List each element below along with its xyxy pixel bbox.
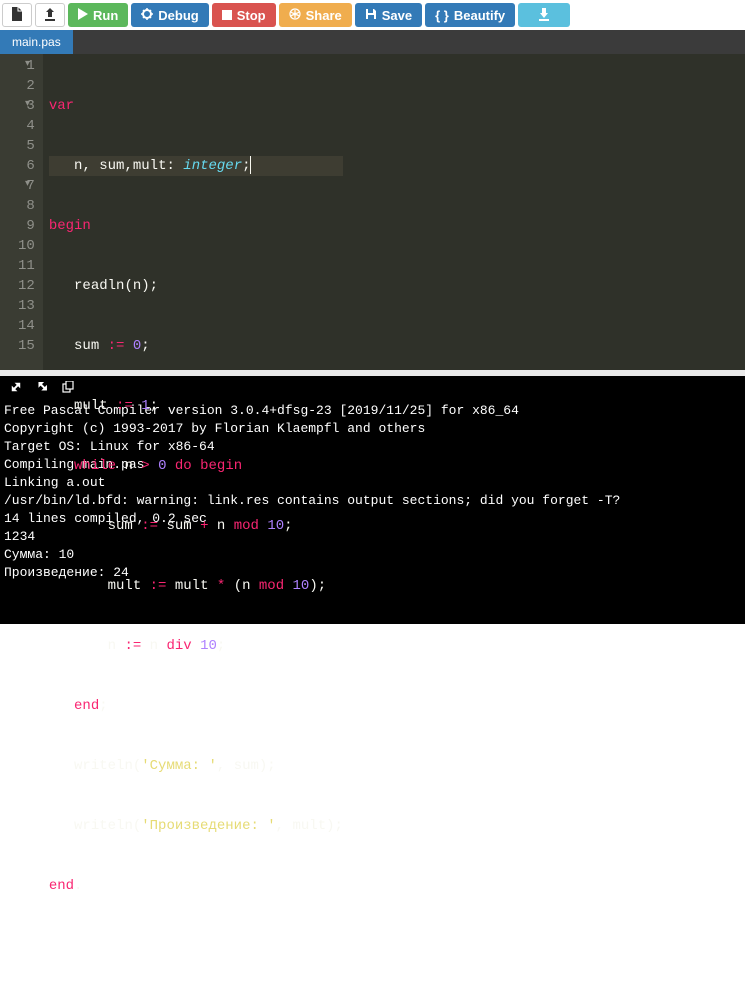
beautify-button[interactable]: { } Beautify <box>425 3 515 27</box>
gutter: 1▾23▾4567▾89101112131415 <box>0 54 43 370</box>
file-icon <box>11 7 23 24</box>
run-label: Run <box>93 8 118 23</box>
gutter-line: 1▾ <box>18 56 35 76</box>
beautify-label: Beautify <box>454 8 505 23</box>
fold-marker-icon[interactable]: ▾ <box>20 60 30 70</box>
upload-icon <box>44 7 56 24</box>
save-label: Save <box>382 8 412 23</box>
stop-label: Stop <box>237 8 266 23</box>
debug-button[interactable]: Debug <box>131 3 208 27</box>
gutter-line: 6 <box>18 156 35 176</box>
stop-icon <box>222 8 232 23</box>
save-button[interactable]: Save <box>355 3 422 27</box>
gutter-line: 11 <box>18 256 35 276</box>
share-label: Share <box>306 8 342 23</box>
code-area[interactable]: var n, sum,mult: integer; begin readln(n… <box>43 54 349 370</box>
gutter-line: 9 <box>18 216 35 236</box>
code-editor[interactable]: 1▾23▾4567▾89101112131415 var n, sum,mult… <box>0 54 745 370</box>
text-cursor <box>250 156 251 174</box>
stop-button[interactable]: Stop <box>212 3 276 27</box>
gutter-line: 13 <box>18 296 35 316</box>
tab-label: main.pas <box>12 35 61 49</box>
share-icon <box>289 8 301 23</box>
tab-bar: main.pas <box>0 30 745 54</box>
gutter-line: 8 <box>18 196 35 216</box>
download-icon <box>538 7 550 24</box>
gutter-line: 5 <box>18 136 35 156</box>
fold-marker-icon[interactable]: ▾ <box>20 180 30 190</box>
upload-button[interactable] <box>35 3 65 27</box>
gutter-line: 12 <box>18 276 35 296</box>
debug-label: Debug <box>158 8 198 23</box>
new-file-button[interactable] <box>2 3 32 27</box>
gutter-line: 4 <box>18 116 35 136</box>
run-button[interactable]: Run <box>68 3 128 27</box>
toolbar: Run Debug Stop Share Save { } Beautify <box>0 0 745 30</box>
debug-icon <box>141 8 153 23</box>
expand-icon[interactable] <box>36 381 48 396</box>
gutter-line: 14 <box>18 316 35 336</box>
save-icon <box>365 8 377 23</box>
share-button[interactable]: Share <box>279 3 352 27</box>
gutter-line: 2 <box>18 76 35 96</box>
gutter-line: 15 <box>18 336 35 356</box>
tab-main-pas[interactable]: main.pas <box>0 30 73 54</box>
download-button[interactable] <box>518 3 570 27</box>
braces-icon: { } <box>435 8 449 23</box>
gutter-line: 3▾ <box>18 96 35 116</box>
collapse-icon[interactable] <box>10 381 22 396</box>
gutter-line: 7▾ <box>18 176 35 196</box>
gutter-line: 10 <box>18 236 35 256</box>
play-icon <box>78 8 88 23</box>
fold-marker-icon[interactable]: ▾ <box>20 100 30 110</box>
